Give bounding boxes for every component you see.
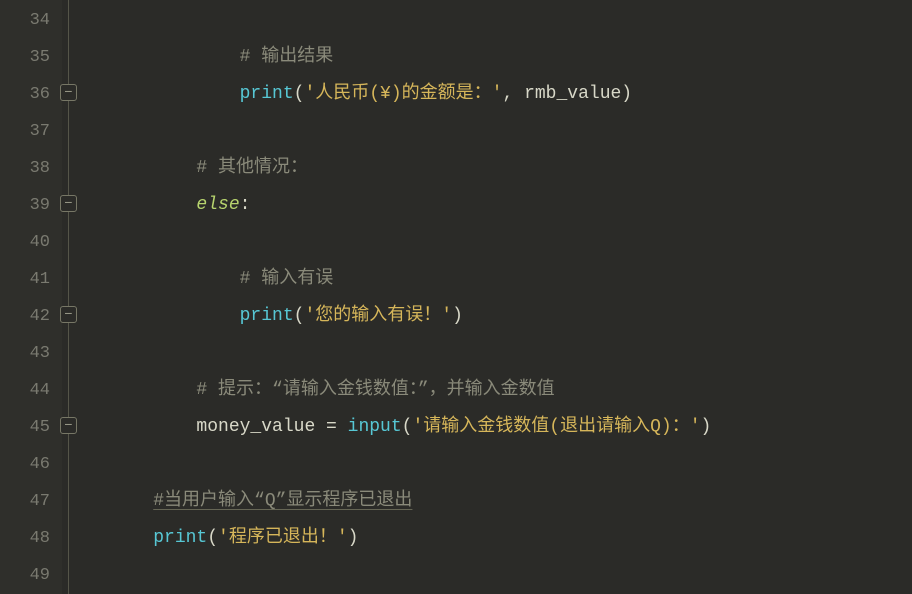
function-token: print [153, 528, 207, 548]
keyword-token: else [196, 195, 239, 215]
code-area[interactable]: # 输出结果 print('人民币(¥)的金额是：', rmb_value) #… [106, 0, 912, 594]
line-number: 45 [0, 409, 50, 446]
fold-toggle-icon[interactable] [60, 195, 77, 212]
paren-token: ) [701, 417, 712, 437]
colon-token: : [240, 195, 251, 215]
string-token: '程序已退出！' [218, 528, 348, 548]
code-line[interactable]: #当用户输入“Q”显示程序已退出 [110, 483, 912, 520]
string-token: '您的输入有误！' [304, 306, 452, 326]
indent [110, 528, 153, 548]
code-editor[interactable]: 34 35 36 37 38 39 40 41 42 43 44 45 46 4… [0, 0, 912, 594]
comment-token: # 输出结果 [240, 47, 334, 67]
line-number: 40 [0, 224, 50, 261]
line-number: 37 [0, 113, 50, 150]
fold-toggle-icon[interactable] [60, 84, 77, 101]
fold-toggle-icon[interactable] [60, 306, 77, 323]
line-number: 49 [0, 557, 50, 594]
code-line[interactable]: else: [110, 187, 912, 224]
indent [110, 269, 240, 289]
line-number: 48 [0, 520, 50, 557]
comment-token: # 提示：“请输入金钱数值：”，并输入金数值 [196, 380, 554, 400]
identifier-token: money_value [196, 417, 315, 437]
paren-token: ( [294, 306, 305, 326]
paren-token: ( [402, 417, 413, 437]
function-token: print [240, 306, 294, 326]
string-token: '请输入金钱数值(退出请输入Q)：' [412, 417, 700, 437]
line-number: 47 [0, 483, 50, 520]
line-number: 38 [0, 150, 50, 187]
code-line[interactable] [110, 113, 912, 150]
code-line[interactable] [110, 446, 912, 483]
indent [110, 195, 196, 215]
line-number: 36 [0, 76, 50, 113]
line-number: 41 [0, 261, 50, 298]
line-number: 44 [0, 372, 50, 409]
line-number: 43 [0, 335, 50, 372]
string-token: '人民币(¥)的金额是：' [304, 84, 502, 104]
paren-token: ) [621, 84, 632, 104]
comma-token: , [502, 84, 524, 104]
paren-token: ) [348, 528, 359, 548]
indent [110, 47, 240, 67]
code-line[interactable]: # 其他情况： [110, 150, 912, 187]
code-line[interactable] [110, 224, 912, 261]
paren-token: ( [294, 84, 305, 104]
comment-token: # 输入有误 [240, 269, 334, 289]
code-line[interactable]: money_value = input('请输入金钱数值(退出请输入Q)：') [110, 409, 912, 446]
indent [110, 158, 196, 178]
line-number: 42 [0, 298, 50, 335]
line-number-gutter: 34 35 36 37 38 39 40 41 42 43 44 45 46 4… [0, 0, 62, 594]
indent [110, 417, 196, 437]
indent [110, 84, 240, 104]
code-line[interactable] [110, 557, 912, 594]
code-line[interactable]: # 输出结果 [110, 39, 912, 76]
code-line[interactable]: print('人民币(¥)的金额是：', rmb_value) [110, 76, 912, 113]
comment-token: # 其他情况： [196, 158, 308, 178]
line-number: 46 [0, 446, 50, 483]
identifier-token: rmb_value [524, 84, 621, 104]
line-number: 34 [0, 2, 50, 39]
paren-token: ) [452, 306, 463, 326]
indent [110, 491, 153, 511]
paren-token: ( [207, 528, 218, 548]
code-line[interactable]: # 提示：“请输入金钱数值：”，并输入金数值 [110, 372, 912, 409]
indent [110, 380, 196, 400]
code-line[interactable]: print('您的输入有误！') [110, 298, 912, 335]
code-line[interactable] [110, 335, 912, 372]
fold-toggle-icon[interactable] [60, 417, 77, 434]
function-token: input [348, 417, 402, 437]
function-token: print [240, 84, 294, 104]
code-line[interactable]: # 输入有误 [110, 261, 912, 298]
equals-token: = [315, 417, 347, 437]
code-line[interactable]: print('程序已退出！') [110, 520, 912, 557]
comment-token: #当用户输入“Q”显示程序已退出 [153, 491, 412, 511]
line-number: 35 [0, 39, 50, 76]
fold-column [62, 0, 106, 594]
line-number: 39 [0, 187, 50, 224]
indent [110, 306, 240, 326]
code-line[interactable] [110, 2, 912, 39]
